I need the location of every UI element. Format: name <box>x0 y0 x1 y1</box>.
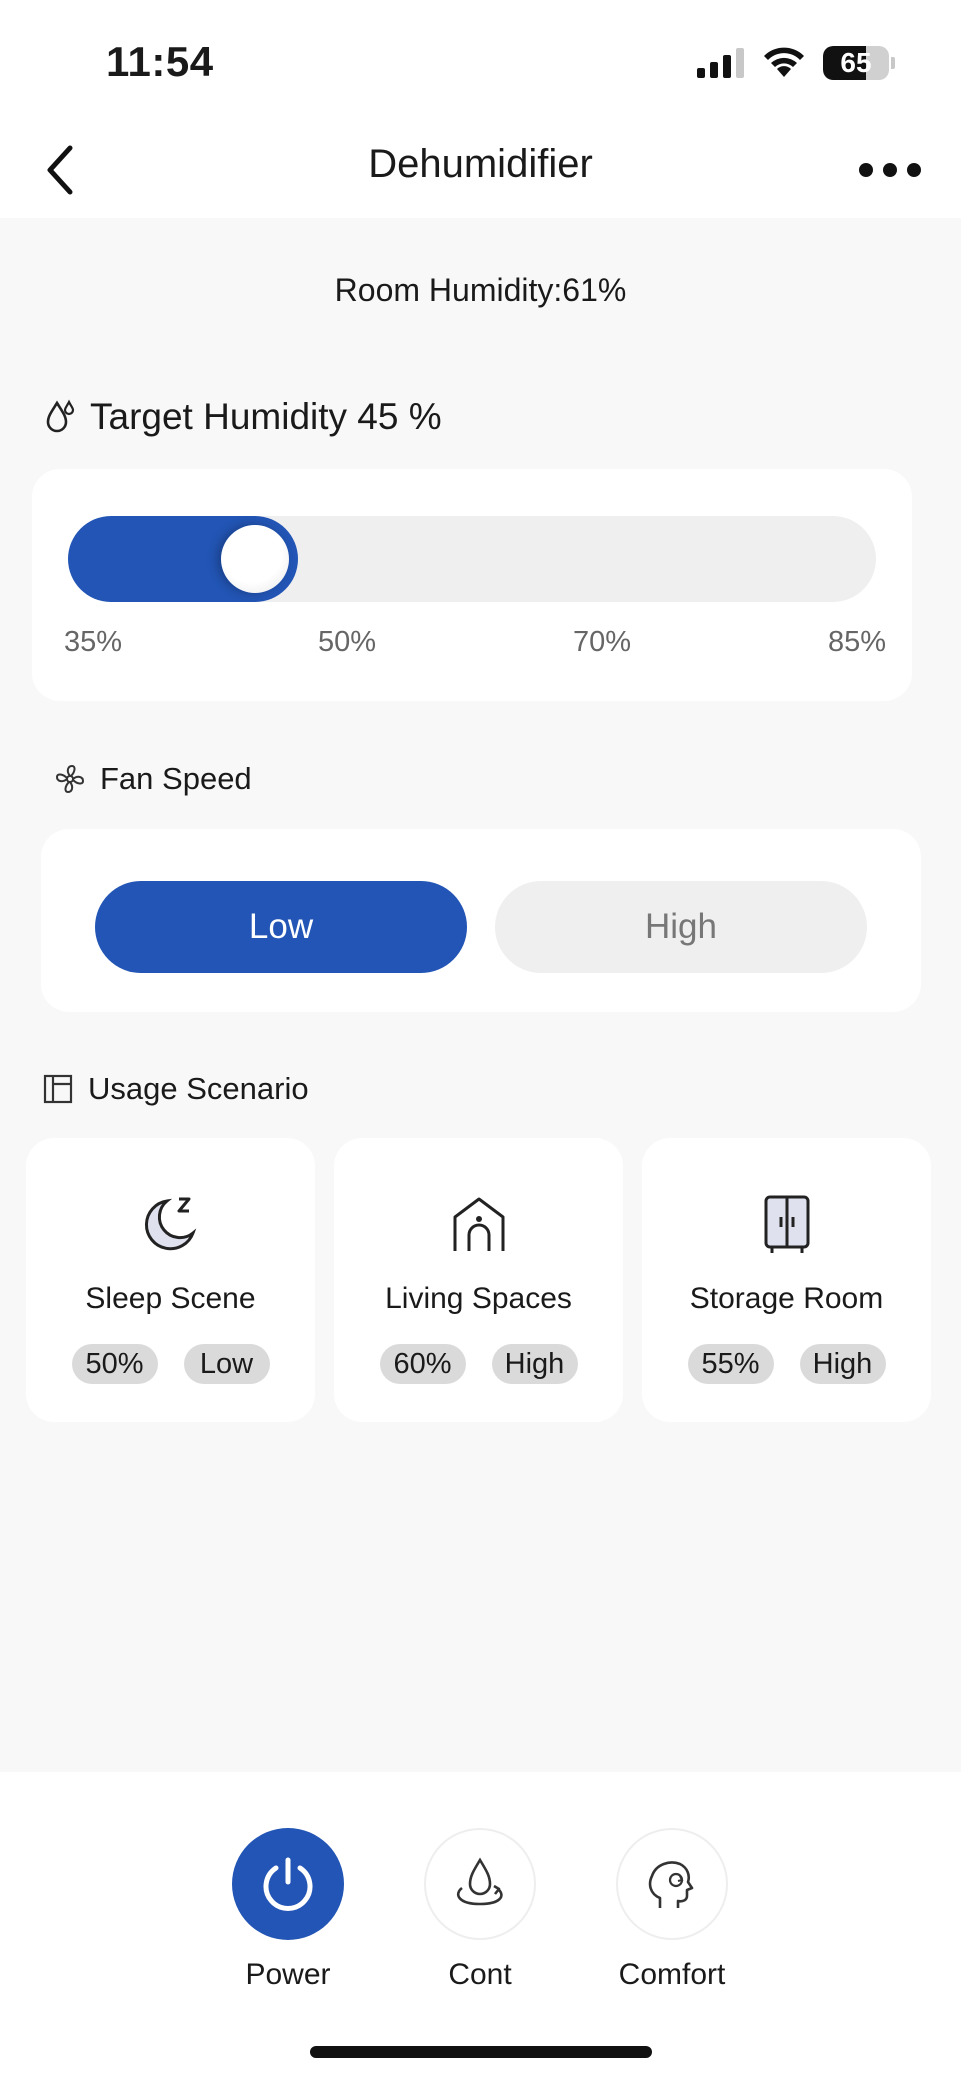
scene-name: Sleep Scene <box>85 1282 256 1315</box>
comfort-button[interactable]: Comfort <box>592 1828 752 1992</box>
battery-icon: 65 <box>823 46 889 80</box>
more-options-icon[interactable] <box>857 150 923 190</box>
power-icon <box>263 1857 313 1911</box>
page-title: Dehumidifier <box>368 142 593 186</box>
fan-low-button[interactable]: Low <box>95 881 467 973</box>
scene-card-living[interactable]: Living Spaces 60% High <box>334 1138 623 1422</box>
battery-tip <box>891 57 895 69</box>
fan-icon <box>55 764 85 794</box>
status-time: 11:54 <box>106 38 214 85</box>
scene-speed-badge: High <box>491 1344 578 1384</box>
action-label: Cont <box>448 1958 512 1991</box>
tick-label: 50% <box>318 626 377 658</box>
comfort-circle[interactable] <box>616 1828 728 1940</box>
battery-level: 65 <box>840 47 872 78</box>
slider-thumb[interactable] <box>221 525 290 593</box>
tick-label: 85% <box>828 626 887 658</box>
scene-speed-badge: Low <box>183 1344 270 1384</box>
scene-speed-badge: High <box>799 1344 886 1384</box>
target-humidity-label: Target Humidity 45 % <box>90 396 442 437</box>
usage-scenario-header: Usage Scenario <box>42 1071 309 1107</box>
water-drop-cycle-icon <box>457 1857 503 1906</box>
status-icons: 65 <box>697 46 895 80</box>
scene-name: Living Spaces <box>385 1282 572 1315</box>
room-humidity: Room Humidity:61% <box>334 272 627 308</box>
fan-speed-label: Fan Speed <box>100 761 252 796</box>
home-indicator[interactable] <box>310 2046 652 2058</box>
tick-label: 70% <box>573 626 632 658</box>
status-bar: 11:54 65 <box>0 0 961 120</box>
nav-bar: Dehumidifier <box>0 120 961 218</box>
power-circle[interactable] <box>232 1828 344 1940</box>
scene-humidity-badge: 50% <box>71 1344 158 1384</box>
usage-scenario-label: Usage Scenario <box>88 1071 309 1106</box>
house-icon <box>453 1197 504 1251</box>
scene-humidity-badge: 60% <box>379 1344 466 1384</box>
humidity-slider[interactable] <box>68 516 876 602</box>
cellular-signal-icon <box>697 48 744 78</box>
head-comfort-icon <box>648 1861 694 1908</box>
fan-speed-header: Fan Speed <box>54 761 252 797</box>
fan-high-button[interactable]: High <box>495 881 867 973</box>
scene-humidity-badge: 55% <box>687 1344 774 1384</box>
cont-circle[interactable] <box>424 1828 536 1940</box>
cont-button[interactable]: Cont <box>400 1828 560 1992</box>
scene-name: Storage Room <box>689 1282 884 1315</box>
wardrobe-icon <box>764 1195 809 1253</box>
tick-label: 35% <box>64 626 123 658</box>
scene-card-storage[interactable]: Storage Room 55% High <box>642 1138 931 1422</box>
target-humidity-header: Target Humidity 45 % <box>44 396 442 438</box>
action-label: Comfort <box>618 1958 726 1991</box>
scene-card-sleep[interactable]: Sleep Scene 50% Low <box>26 1138 315 1422</box>
wifi-icon <box>764 47 804 77</box>
action-label: Power <box>245 1958 331 1991</box>
moon-sleep-icon <box>144 1197 196 1251</box>
humidity-drop-icon <box>46 399 75 433</box>
power-button[interactable]: Power <box>208 1828 368 1992</box>
layout-panel-icon <box>43 1074 73 1104</box>
